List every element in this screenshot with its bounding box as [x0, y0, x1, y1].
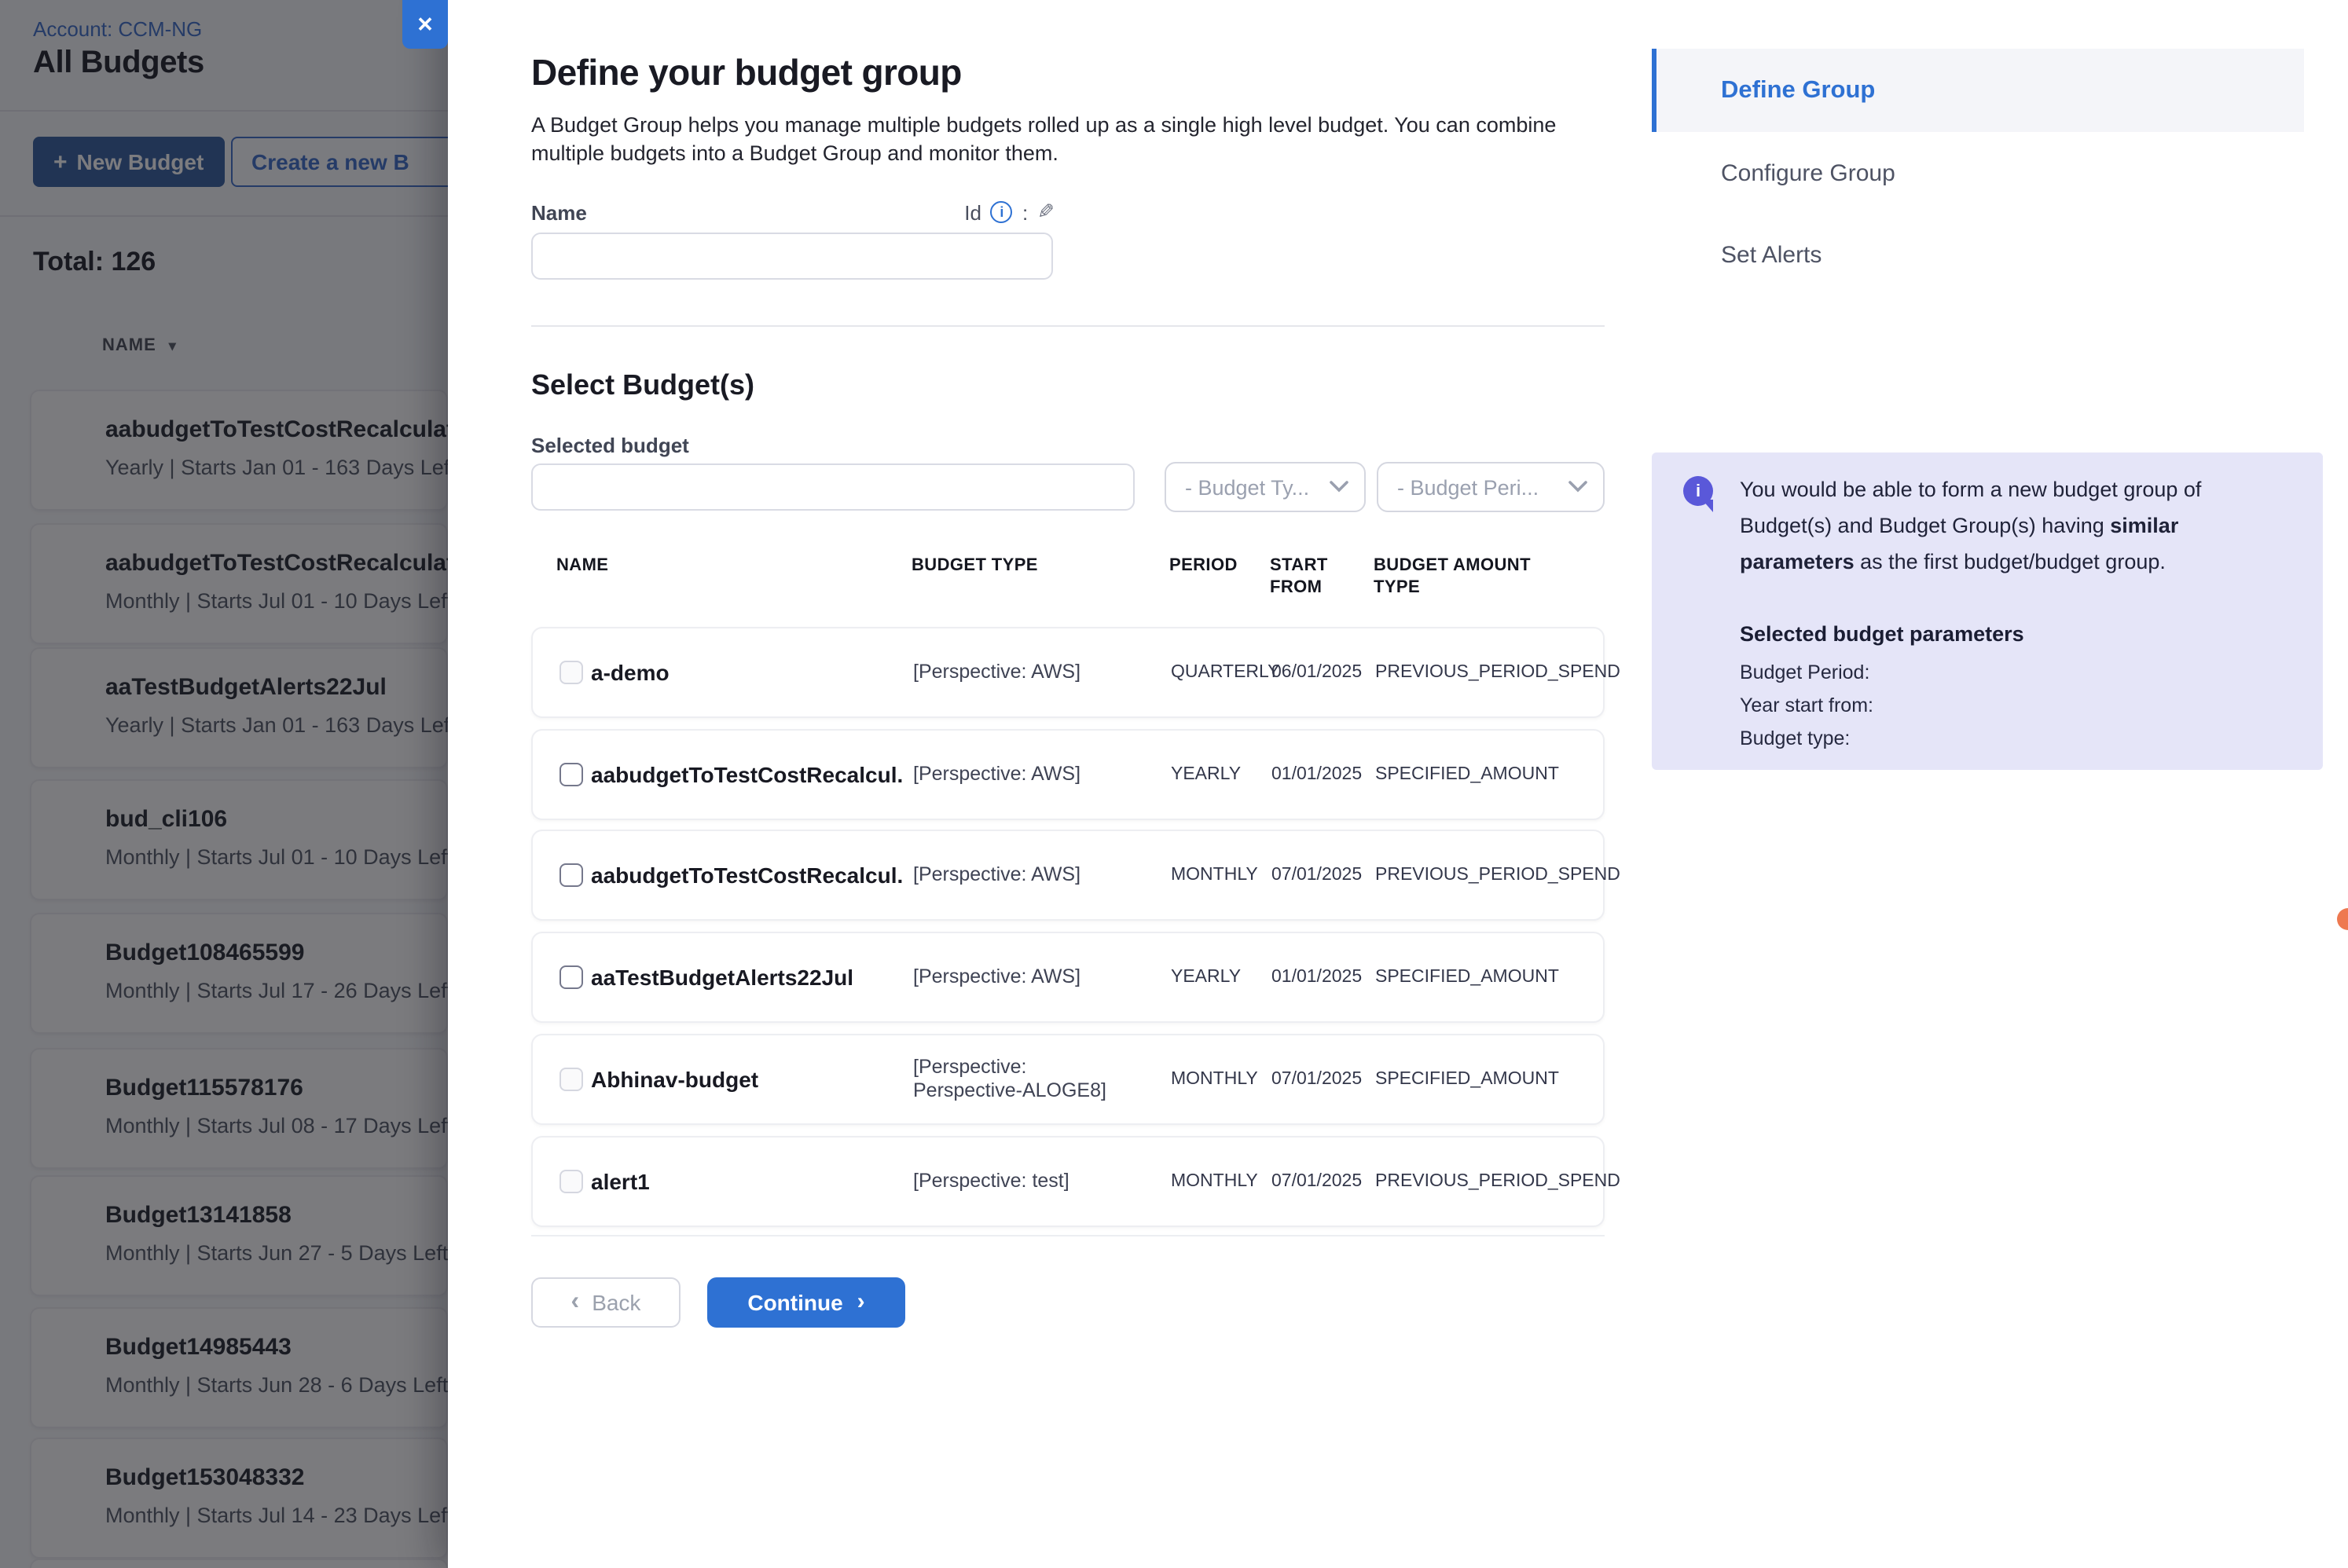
step-label: Set Alerts	[1721, 241, 1822, 268]
column-header-budget-amount-type: BUDGET AMOUNT TYPE	[1374, 556, 1537, 599]
row-budget-type: [Perspective: test]	[913, 1170, 1133, 1193]
id-group: Id i : ✎	[964, 200, 1055, 225]
row-period: YEARLY	[1171, 968, 1241, 987]
row-budget-name: Abhinav-budget	[591, 1067, 758, 1092]
table-row[interactable]: a-demo [Perspective: AWS] QUARTERLY 06/0…	[531, 627, 1605, 718]
column-header-budget-type: BUDGET TYPE	[912, 556, 1038, 577]
close-button[interactable]: ✕	[402, 0, 448, 49]
row-period: QUARTERLY	[1171, 663, 1279, 682]
row-budget-name: alert1	[591, 1169, 650, 1194]
row-budget-type: [Perspective: AWS]	[913, 863, 1133, 887]
row-amount-type: SPECIFIED_AMOUNT	[1375, 765, 1559, 784]
modal-description: A Budget Group helps you manage multiple…	[531, 112, 1587, 167]
row-period: MONTHLY	[1171, 1070, 1258, 1089]
row-start-from: 06/01/2025	[1271, 663, 1362, 682]
column-header-period: PERIOD	[1169, 556, 1238, 577]
row-checkbox[interactable]	[559, 965, 583, 989]
budget-search-input[interactable]	[531, 463, 1135, 511]
step-label: Configure Group	[1721, 159, 1895, 186]
row-budget-type: [Perspective: AWS]	[913, 763, 1133, 786]
modal-title: Define your budget group	[531, 52, 962, 94]
row-start-from: 07/01/2025	[1271, 1172, 1362, 1191]
info-text-post: as the first budget/budget group.	[1855, 550, 2166, 573]
step-set-alerts[interactable]: Set Alerts	[1652, 214, 2304, 295]
info-icon-glyph: i	[1696, 482, 1700, 500]
budget-type-filter-select[interactable]: - Budget Ty...	[1165, 462, 1366, 512]
row-checkbox[interactable]	[559, 661, 583, 684]
close-icon: ✕	[416, 12, 434, 37]
row-start-from: 01/01/2025	[1271, 968, 1362, 987]
selected-budget-label: Selected budget	[531, 434, 689, 457]
chevron-down-icon	[1330, 481, 1348, 493]
budget-period-param: Budget Period:	[1740, 661, 1869, 683]
row-checkbox[interactable]	[559, 1170, 583, 1193]
row-start-from: 01/01/2025	[1271, 765, 1362, 784]
modal-backdrop-overlay	[0, 0, 448, 1568]
budget-period-filter-select[interactable]: - Budget Peri...	[1377, 462, 1605, 512]
budget-type-param: Budget type:	[1740, 727, 1850, 749]
step-configure-group[interactable]: Configure Group	[1652, 132, 2304, 214]
table-row[interactable]: aaTestBudgetAlerts22Jul [Perspective: AW…	[531, 932, 1605, 1023]
continue-button[interactable]: Continue ›	[707, 1277, 905, 1328]
row-amount-type: PREVIOUS_PERIOD_SPEND	[1375, 663, 1620, 682]
id-colon: :	[1022, 200, 1028, 224]
step-define-group[interactable]: Define Group	[1652, 49, 2304, 132]
row-amount-type: PREVIOUS_PERIOD_SPEND	[1375, 866, 1620, 885]
row-checkbox[interactable]	[559, 763, 583, 786]
group-name-input[interactable]	[531, 233, 1053, 280]
row-period: MONTHLY	[1171, 866, 1258, 885]
back-button-label: Back	[592, 1290, 640, 1315]
row-amount-type: PREVIOUS_PERIOD_SPEND	[1375, 1172, 1620, 1191]
table-end-divider	[531, 1235, 1605, 1236]
select-budgets-heading: Select Budget(s)	[531, 369, 754, 402]
edit-id-pencil-icon[interactable]: ✎	[1037, 200, 1055, 225]
row-start-from: 07/01/2025	[1271, 866, 1362, 885]
row-budget-type: [Perspective: AWS]	[913, 661, 1133, 684]
table-row[interactable]: alert1 [Perspective: test] MONTHLY 07/01…	[531, 1136, 1605, 1227]
back-button[interactable]: ‹ Back	[531, 1277, 681, 1328]
row-budget-name: aabudgetToTestCostRecalcul...	[591, 863, 902, 888]
row-amount-type: SPECIFIED_AMOUNT	[1375, 968, 1559, 987]
row-budget-type: [Perspective: AWS]	[913, 965, 1133, 989]
table-row[interactable]: aabudgetToTestCostRecalcul... [Perspecti…	[531, 729, 1605, 820]
continue-button-label: Continue	[747, 1290, 842, 1315]
step-label: Define Group	[1721, 76, 1875, 104]
name-field-label: Name	[531, 200, 587, 224]
row-budget-name: aaTestBudgetAlerts22Jul	[591, 965, 853, 990]
budget-type-filter-value: - Budget Ty...	[1185, 475, 1309, 499]
row-period: YEARLY	[1171, 765, 1241, 784]
year-start-param: Year start from:	[1740, 694, 1873, 716]
section-divider	[531, 325, 1605, 327]
chevron-left-icon: ‹	[571, 1288, 580, 1316]
id-label: Id	[964, 200, 981, 224]
info-bubble-icon: i	[1683, 476, 1713, 506]
row-checkbox[interactable]	[559, 863, 583, 887]
chevron-right-icon: ›	[857, 1288, 865, 1315]
row-budget-name: aabudgetToTestCostRecalcul...	[591, 762, 902, 787]
row-period: MONTHLY	[1171, 1172, 1258, 1191]
info-panel: i You would be able to form a new budget…	[1652, 452, 2323, 770]
column-header-start-from: START FROM	[1270, 556, 1345, 599]
row-start-from: 07/01/2025	[1271, 1070, 1362, 1089]
table-row[interactable]: aabudgetToTestCostRecalcul... [Perspecti…	[531, 830, 1605, 921]
budget-period-filter-value: - Budget Peri...	[1397, 475, 1539, 499]
budget-group-wizard-screen: Account: CCM-NG All Budgets + New Budget…	[0, 0, 2348, 1568]
table-row[interactable]: Abhinav-budget [Perspective: Perspective…	[531, 1034, 1605, 1125]
row-checkbox[interactable]	[559, 1068, 583, 1091]
selected-budget-parameters-heading: Selected budget parameters	[1740, 622, 2024, 646]
row-budget-type: [Perspective: Perspective-ALOGE8]	[913, 1056, 1133, 1103]
row-budget-name: a-demo	[591, 660, 670, 685]
info-panel-text: You would be able to form a new budget g…	[1740, 471, 2211, 580]
chevron-down-icon	[1568, 481, 1587, 493]
id-info-icon[interactable]: i	[991, 201, 1013, 223]
column-header-name: NAME	[556, 556, 608, 577]
name-field-header: Name Id i : ✎	[531, 200, 1055, 225]
row-amount-type: SPECIFIED_AMOUNT	[1375, 1070, 1559, 1089]
